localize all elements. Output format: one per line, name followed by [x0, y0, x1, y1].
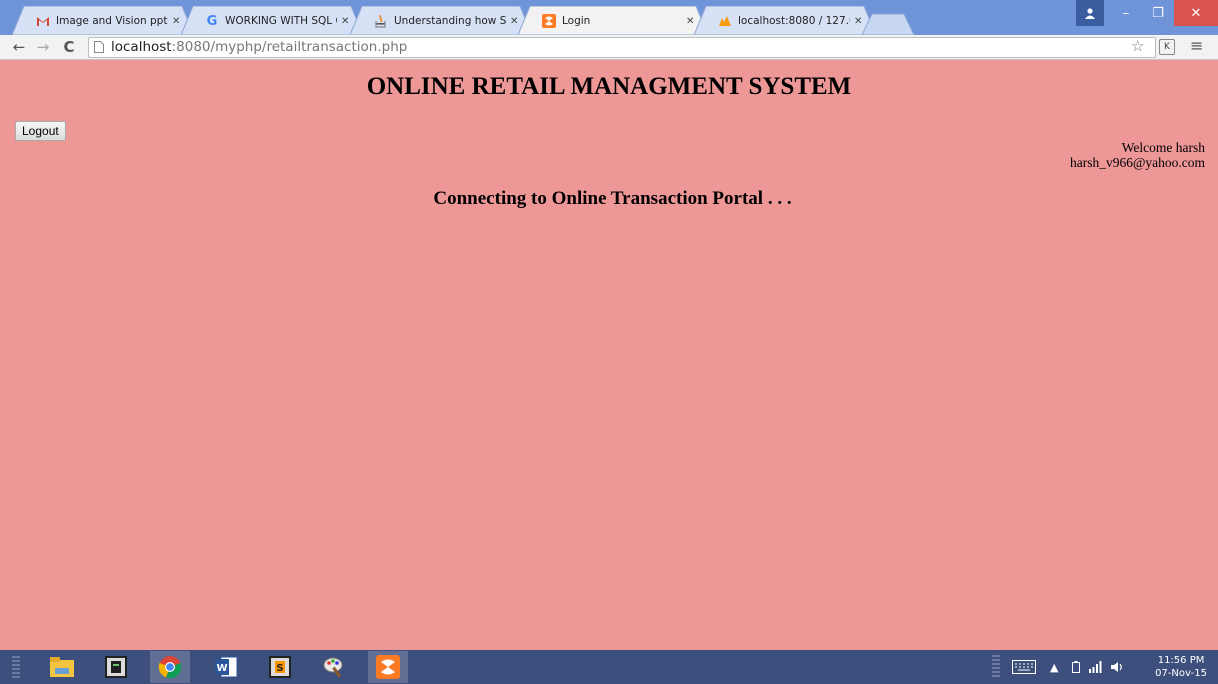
back-arrow-icon[interactable]: ← — [10, 38, 28, 56]
page-body: ONLINE RETAIL MANAGMENT SYSTEM Logout We… — [0, 60, 1218, 650]
sublime-text-icon[interactable]: S — [260, 651, 300, 683]
user-email: harsh_v966@yahoo.com — [1069, 155, 1205, 170]
url-text: localhost:8080/myphp/retailtransaction.p… — [111, 39, 408, 55]
minimize-icon[interactable]: – — [1110, 0, 1142, 26]
browser-toolbar: ← → C localhost:8080/myphp/retailtransac… — [0, 35, 1218, 60]
svg-text:S: S — [276, 663, 283, 674]
status-message: Connecting to Online Transaction Portal … — [433, 188, 792, 209]
tab-title: Login — [562, 15, 591, 27]
xampp-icon — [542, 14, 556, 28]
close-window-icon[interactable]: ✕ — [1174, 0, 1218, 26]
battery-icon[interactable] — [1072, 650, 1080, 684]
tab-title: Image and Vision ppt - ha — [56, 15, 168, 27]
tab-phpmyadmin[interactable]: localhost:8080 / 127.0.0.1 ✕ — [694, 6, 876, 35]
network-icon[interactable] — [1088, 650, 1102, 684]
tab-title: localhost:8080 / 127.0.0.1 — [738, 15, 850, 27]
address-bar[interactable]: localhost:8080/myphp/retailtransaction.p… — [88, 37, 1156, 58]
restore-icon[interactable]: ❐ — [1142, 0, 1174, 26]
chrome-icon[interactable] — [150, 651, 190, 683]
keyboard-icon[interactable] — [1012, 650, 1036, 684]
tab-login-active[interactable]: Login ✕ — [518, 6, 708, 35]
new-tab-button[interactable] — [862, 6, 914, 35]
page-title: ONLINE RETAIL MANAGMENT SYSTEM — [366, 73, 852, 100]
show-hidden-icons[interactable]: ▲ — [1050, 650, 1058, 684]
bookmark-star-icon[interactable]: ☆ — [1131, 37, 1144, 55]
tab-title: Understanding how SQL S — [394, 15, 506, 27]
extension-icon[interactable]: K — [1159, 39, 1175, 55]
tab-google[interactable]: G WORKING WITH SQL QUE ✕ — [181, 6, 363, 35]
gmail-icon — [36, 14, 50, 28]
tab-title: WORKING WITH SQL QUE — [225, 15, 337, 27]
stackoverflow-icon — [374, 14, 388, 28]
system-clock[interactable]: 11:56 PM 07-Nov-15 — [1155, 654, 1207, 680]
user-info: Welcome harsh harsh_v966@yahoo.com — [1070, 140, 1205, 170]
page-icon — [94, 41, 104, 53]
clock-date: 07-Nov-15 — [1155, 668, 1207, 679]
phpmyadmin-icon — [718, 14, 732, 28]
window-controls: – ❐ ✕ — [1076, 0, 1218, 26]
xampp-taskbar-icon[interactable] — [368, 651, 408, 683]
volume-icon[interactable] — [1110, 650, 1124, 684]
reload-icon[interactable]: C — [60, 38, 78, 56]
tray-divider — [992, 650, 1000, 684]
menu-icon[interactable]: ≡ — [1190, 37, 1203, 55]
terminal-icon[interactable] — [96, 651, 136, 683]
forward-arrow-icon[interactable]: → — [34, 38, 52, 56]
tab-gmail[interactable]: Image and Vision ppt - ha ✕ — [12, 6, 194, 35]
file-explorer-icon[interactable] — [42, 651, 82, 683]
user-profile-icon[interactable] — [1076, 0, 1104, 26]
svg-text:W: W — [216, 663, 227, 674]
welcome-text: Welcome harsh — [1121, 140, 1205, 155]
browser-title-bar: Image and Vision ppt - ha ✕ G WORKING WI… — [0, 0, 1218, 35]
tab-stackoverflow[interactable]: Understanding how SQL S ✕ — [350, 6, 532, 35]
taskbar: W S ▲ 11:56 PM 07-Nov-15 — [0, 650, 1218, 684]
word-icon[interactable]: W — [206, 651, 246, 683]
clock-time: 11:56 PM — [1157, 655, 1205, 666]
google-icon: G — [206, 13, 218, 29]
logout-button[interactable]: Logout — [15, 121, 66, 141]
taskbar-grip — [12, 656, 20, 680]
paint-icon[interactable] — [314, 651, 354, 683]
